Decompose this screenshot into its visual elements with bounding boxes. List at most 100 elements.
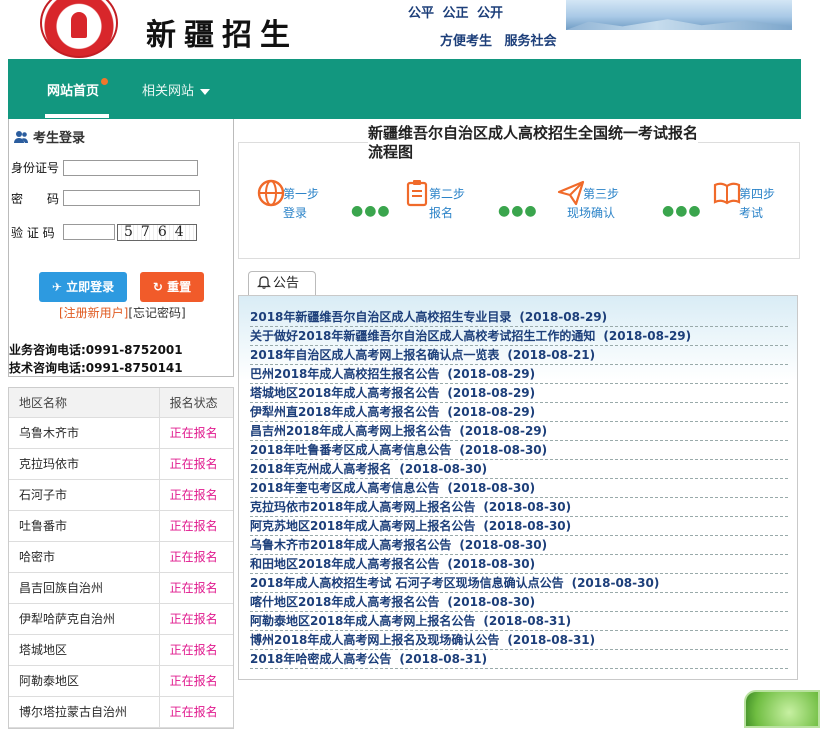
table-row[interactable]: 克拉玛依市 正在报名 [9,449,233,480]
notice-title[interactable]: 昌吉州2018年成人高考网上报名公告 [250,424,451,438]
step-number: 第三步 [583,187,620,201]
notice-date: (2018-08-31) [507,633,596,647]
table-row[interactable]: 昌吉回族自治州 正在报名 [9,573,233,604]
login-title: 考生登录 [13,127,85,146]
region-name[interactable]: 昌吉回族自治州 [9,573,160,603]
nav-home[interactable]: 网站首页 [45,78,109,118]
list-item[interactable]: 2018年哈密成人高考公告 (2018-08-31) [250,650,788,669]
table-row[interactable]: 塔城地区 正在报名 [9,635,233,666]
active-tab-indicator [45,114,109,118]
tab-notices[interactable]: 公告 [248,271,316,296]
site-brand-title: 新疆招生 [146,18,298,53]
notice-title[interactable]: 2018年克州成人高考报名 [250,462,391,476]
region-name[interactable]: 乌鲁木齐市 [9,418,160,448]
notice-date: (2018-08-30) [399,462,488,476]
notice-title[interactable]: 2018年自治区成人高考网上报名确认点一览表 [250,348,499,362]
login-button[interactable]: ✈ 立即登录 [39,272,127,302]
region-status: 正在报名 [169,612,218,626]
list-item[interactable]: 2018年克州成人高考报名 (2018-08-30) [250,460,788,479]
notice-date: (2018-08-31) [399,652,488,666]
notice-title[interactable]: 和田地区2018年成人高考报名公告 [250,557,439,571]
captcha-image[interactable]: 5764 [117,224,197,241]
flow-step-4: 第四步 考试 [713,182,775,223]
forgot-password-link[interactable]: [忘记密码] [128,306,185,320]
list-item[interactable]: 塔城地区2018年成人高考报名公告 (2018-08-29) [250,384,788,403]
list-item[interactable]: 2018年成人高校招生考试 石河子考区现场信息确认点公告 (2018-08-30) [250,574,788,593]
table-row[interactable]: 乌鲁木齐市 正在报名 [9,418,233,449]
notice-date: (2018-08-30) [447,595,536,609]
region-name[interactable]: 哈密市 [9,542,160,572]
list-item[interactable]: 2018年吐鲁番考区成人高考信息公告 (2018-08-30) [250,441,788,460]
region-name[interactable]: 塔城地区 [9,635,160,665]
notice-title[interactable]: 乌鲁木齐市2018年成人高考报名公告 [250,538,451,552]
table-row[interactable]: 伊犁哈萨克自治州 正在报名 [9,604,233,635]
region-name[interactable]: 石河子市 [9,480,160,510]
list-item[interactable]: 巴州2018年成人高校招生报名公告 (2018-08-29) [250,365,788,384]
notice-title[interactable]: 伊犁州直2018年成人高考报名公告 [250,405,439,419]
login-title-text: 考生登录 [33,131,86,146]
region-name[interactable]: 吐鲁番市 [9,511,160,541]
notice-title[interactable]: 2018年成人高校招生考试 石河子考区现场信息确认点公告 [250,576,564,590]
notice-title[interactable]: 2018年奎屯考区成人高考信息公告 [250,481,439,495]
reset-button[interactable]: ↻ 重置 [140,272,204,302]
nav-related-sites[interactable]: 相关网站 [142,80,211,99]
notice-title[interactable]: 关于做好2018年新疆维吾尔自治区成人高校考试招生工作的通知 [250,329,595,343]
list-item[interactable]: 乌鲁木齐市2018年成人高考报名公告 (2018-08-30) [250,536,788,555]
list-item[interactable]: 伊犁州直2018年成人高考报名公告 (2018-08-29) [250,403,788,422]
notice-title[interactable]: 喀什地区2018年成人高考报名公告 [250,595,439,609]
notice-title[interactable]: 阿勒泰地区2018年成人高考网上报名公告 [250,614,475,628]
notice-title[interactable]: 克拉玛依市2018年成人高考网上报名公告 [250,500,475,514]
list-item[interactable]: 关于做好2018年新疆维吾尔自治区成人高校考试招生工作的通知 (2018-08-2… [250,327,788,346]
list-item[interactable]: 2018年新疆维吾尔自治区成人高校招生专业目录 (2018-08-29) [250,308,788,327]
notice-date: (2018-08-29) [447,386,536,400]
business-phone: 业务咨询电话:0991-8752001 [9,343,183,357]
list-item[interactable]: 喀什地区2018年成人高考报名公告 (2018-08-30) [250,593,788,612]
notice-title[interactable]: 巴州2018年成人高校招生报名公告 [250,367,439,381]
list-item[interactable]: 昌吉州2018年成人高考网上报名公告 (2018-08-29) [250,422,788,441]
notice-title[interactable]: 阿克苏地区2018年成人高考网上报名公告 [250,519,475,533]
list-item[interactable]: 博州2018年成人高考网上报名及现场确认公告 (2018-08-31) [250,631,788,650]
region-status: 正在报名 [169,643,218,657]
table-row[interactable]: 哈密市 正在报名 [9,542,233,573]
notice-title[interactable]: 塔城地区2018年成人高考报名公告 [250,386,439,400]
register-link[interactable]: [注册新用户] [59,306,128,320]
notice-date: (2018-08-31) [483,614,572,628]
table-row[interactable]: 石河子市 正在报名 [9,480,233,511]
region-name[interactable]: 博尔塔拉蒙古自治州 [9,697,160,727]
col-header-region: 地区名称 [9,388,160,417]
floating-corner-image[interactable] [744,690,820,728]
notice-title[interactable]: 2018年新疆维吾尔自治区成人高校招生专业目录 [250,310,511,324]
id-number-input[interactable] [63,160,198,176]
table-row[interactable]: 吐鲁番市 正在报名 [9,511,233,542]
region-name[interactable]: 阿勒泰地区 [9,666,160,696]
notice-date: (2018-08-30) [483,500,572,514]
captcha-row: 验 证 码 [11,224,55,241]
region-name[interactable]: 克拉玛依市 [9,449,160,479]
table-row[interactable]: 阿勒泰地区 正在报名 [9,666,233,697]
captcha-input[interactable] [63,224,115,240]
password-input[interactable] [63,190,200,206]
region-status: 正在报名 [169,705,218,719]
region-name[interactable]: 伊犁哈萨克自治州 [9,604,160,634]
list-item[interactable]: 克拉玛依市2018年成人高考网上报名公告 (2018-08-30) [250,498,788,517]
notice-title[interactable]: 2018年哈密成人高考公告 [250,652,391,666]
book-icon [713,182,741,205]
step-number: 第二步 [429,187,466,201]
region-status-table: 地区名称 报名状态 乌鲁木齐市 正在报名 克拉玛依市 正在报名 石河子市 正在报名 吐… [8,387,234,729]
refresh-icon: ↻ [152,280,163,294]
notice-date: (2018-08-30) [459,443,548,457]
list-item[interactable]: 2018年奎屯考区成人高考信息公告 (2018-08-30) [250,479,788,498]
notice-date: (2018-08-30) [447,557,536,571]
table-row[interactable]: 博尔塔拉蒙古自治州 正在报名 [9,697,233,728]
list-item[interactable]: 阿勒泰地区2018年成人高考网上报名公告 (2018-08-31) [250,612,788,631]
caret-down-icon [200,88,211,95]
notice-title[interactable]: 博州2018年成人高考网上报名及现场确认公告 [250,633,499,647]
table-header: 地区名称 报名状态 [9,388,233,418]
login-panel: 考生登录 身份证号 密 码 验 证 码 5764 ✈ 立即登录 ↻ 重置 [注册… [8,119,234,377]
list-item[interactable]: 阿克苏地区2018年成人高考网上报名公告 (2018-08-30) [250,517,788,536]
list-item[interactable]: 和田地区2018年成人高考报名公告 (2018-08-30) [250,555,788,574]
notice-date: (2018-08-21) [507,348,596,362]
nav-related-label: 相关网站 [142,84,195,99]
notice-title[interactable]: 2018年吐鲁番考区成人高考信息公告 [250,443,451,457]
list-item[interactable]: 2018年自治区成人高考网上报名确认点一览表 (2018-08-21) [250,346,788,365]
